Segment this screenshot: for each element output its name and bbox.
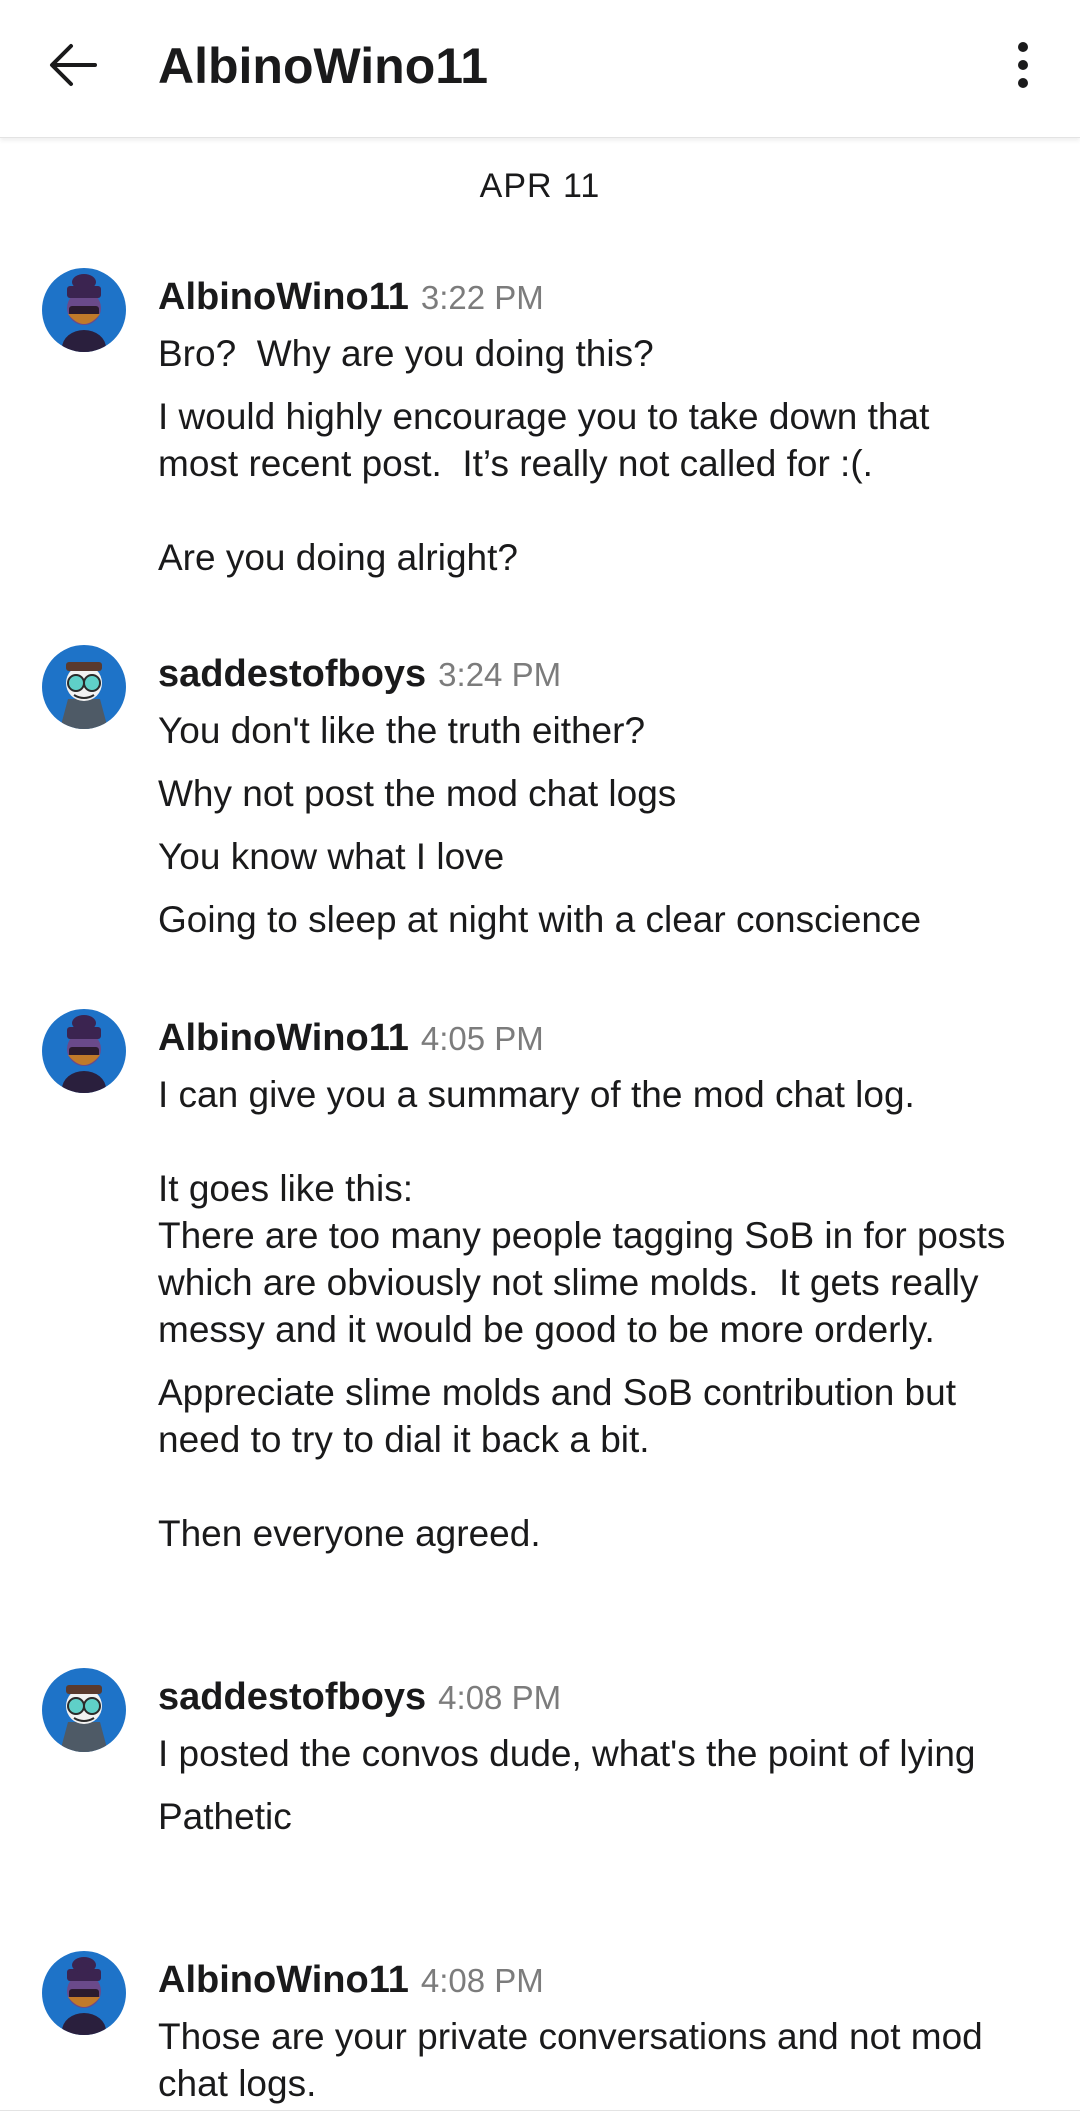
- more-options-button[interactable]: [986, 28, 1060, 102]
- message-text: I would highly encourage you to take dow…: [158, 396, 930, 578]
- avatar-hat-figure-icon: [62, 1957, 106, 2035]
- timestamp: 4:08 PM: [420, 1962, 544, 1999]
- back-button[interactable]: [36, 28, 110, 102]
- message-text: I posted the convos dude, what's the poi…: [158, 1733, 976, 1774]
- date-separator: APR 11: [479, 167, 601, 205]
- avatar-goggles-figure-icon: [60, 1685, 108, 1752]
- message-text: Bro? Why are you doing this?: [158, 333, 654, 374]
- divider: [0, 2110, 1080, 2111]
- message-text: Pathetic: [158, 1796, 292, 1837]
- avatar[interactable]: [42, 1668, 126, 1752]
- message-text: I can give you a summary of the mod chat…: [158, 1074, 1006, 1350]
- avatar[interactable]: [42, 645, 126, 729]
- message-list: I can give you a summary of the mod chat…: [158, 1071, 1018, 1557]
- message-list: You don't like the truth either? Why not…: [158, 707, 1018, 943]
- timestamp: 3:22 PM: [420, 279, 544, 316]
- avatar-hat-figure-icon: [62, 1015, 106, 1093]
- message-text: You don't like the truth either?: [158, 710, 646, 751]
- message-list: Bro? Why are you doing this? I would hig…: [158, 330, 1018, 581]
- author-name[interactable]: AlbinoWino11: [158, 1017, 409, 1059]
- author-name[interactable]: AlbinoWino11: [158, 276, 409, 318]
- avatar[interactable]: [42, 1009, 126, 1093]
- avatar-hat-figure-icon: [62, 274, 106, 352]
- arrow-left-icon: [50, 44, 97, 86]
- more-vertical-icon: [1018, 42, 1028, 88]
- timestamp: 4:08 PM: [438, 1679, 562, 1716]
- message-list: I posted the convos dude, what's the poi…: [158, 1730, 1018, 1840]
- app-bar: AlbinoWino11: [0, 0, 1080, 138]
- message-text: Why not post the mod chat logs: [158, 773, 677, 814]
- message-text: Appreciate slime molds and SoB contribut…: [158, 1372, 956, 1554]
- avatar[interactable]: [42, 1951, 126, 2035]
- author-name[interactable]: AlbinoWino11: [158, 1959, 409, 2001]
- avatar-goggles-figure-icon: [60, 662, 108, 729]
- message-text: Those are your private conversations and…: [158, 2016, 994, 2104]
- page-title: AlbinoWino11: [158, 38, 489, 94]
- timestamp: 4:05 PM: [420, 1020, 544, 1057]
- timestamp: 3:24 PM: [438, 656, 562, 693]
- author-name[interactable]: saddestofboys: [158, 653, 426, 695]
- message-list: Those are your private conversations and…: [158, 2013, 1018, 2107]
- message-text: You know what I love: [158, 836, 505, 877]
- avatar[interactable]: [42, 268, 126, 352]
- author-name[interactable]: saddestofboys: [158, 1676, 426, 1718]
- message-text: Going to sleep at night with a clear con…: [158, 899, 922, 940]
